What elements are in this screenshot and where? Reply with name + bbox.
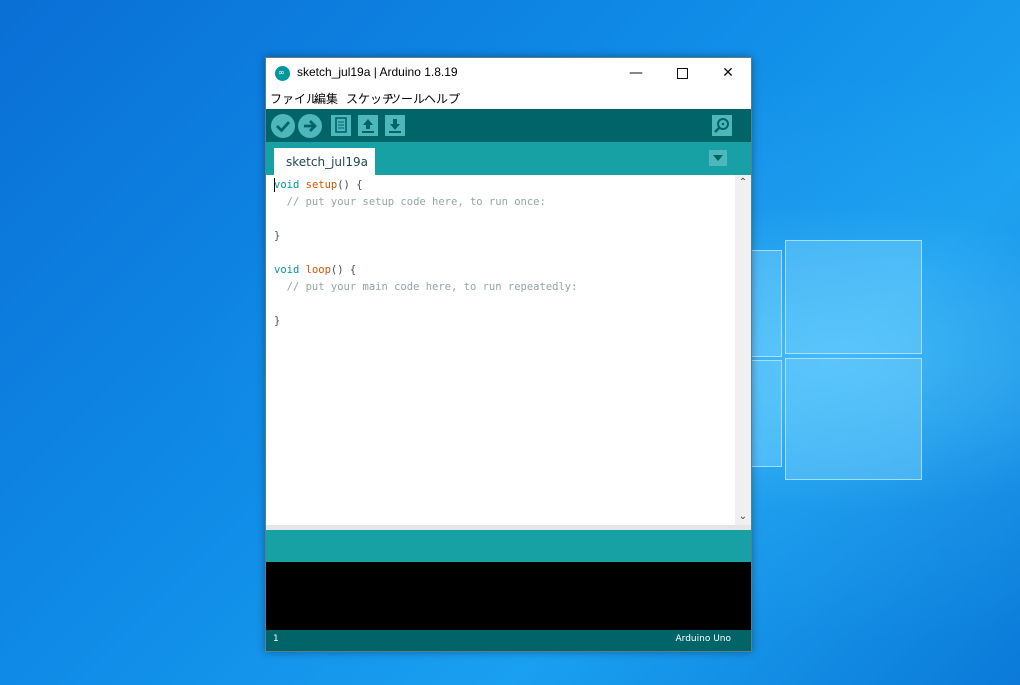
maximize-icon xyxy=(676,67,688,79)
save-button[interactable] xyxy=(385,115,405,136)
arduino-ide-window: ∞ sketch_jul19a | Arduino 1.8.19 — ✕ ファイ… xyxy=(265,57,752,652)
line-number: 1 xyxy=(273,634,279,644)
board-name: Arduino Uno xyxy=(675,634,732,644)
title-bar[interactable]: ∞ sketch_jul19a | Arduino 1.8.19 — ✕ xyxy=(266,58,751,88)
open-button[interactable] xyxy=(358,115,378,136)
scroll-down-arrow-icon[interactable]: ⌄ xyxy=(735,509,751,525)
serial-monitor-icon xyxy=(714,118,729,133)
tab-bar: sketch_jul19a xyxy=(266,142,751,175)
footer-bar: 1 Arduino Uno xyxy=(266,630,751,651)
verify-button[interactable] xyxy=(271,114,295,138)
scroll-up-arrow-icon[interactable]: ⌃ xyxy=(735,175,751,191)
windows-logo-wallpaper xyxy=(740,230,925,490)
code-line: // put your setup code here, to run once… xyxy=(274,196,546,208)
code-editor[interactable]: void setup() { // put your setup code he… xyxy=(266,175,735,525)
open-icon xyxy=(362,119,374,133)
serial-monitor-button[interactable] xyxy=(712,115,732,136)
console-output xyxy=(266,562,751,630)
code-line: } xyxy=(274,315,281,327)
message-status-bar xyxy=(266,530,751,562)
save-icon xyxy=(389,119,401,133)
tab-label: sketch_jul19a xyxy=(286,155,368,169)
upload-icon xyxy=(304,120,317,132)
menu-help[interactable]: ヘルプ xyxy=(424,90,460,107)
menu-bar: ファイル 編集 スケッチ ツール ヘルプ xyxy=(266,88,751,108)
new-sketch-button[interactable] xyxy=(331,115,351,136)
editor-scrollbar[interactable]: ⌃ ⌄ xyxy=(735,175,751,525)
code-line: void loop() { xyxy=(274,264,357,276)
menu-file[interactable]: ファイル xyxy=(270,90,318,107)
upload-button[interactable] xyxy=(298,114,322,138)
code-line: } xyxy=(274,230,281,242)
menu-edit[interactable]: 編集 xyxy=(314,90,338,107)
code-line: void setup() { xyxy=(274,179,363,191)
toolbar xyxy=(266,109,751,142)
new-icon xyxy=(335,117,347,133)
close-button[interactable]: ✕ xyxy=(705,58,751,88)
menu-sketch[interactable]: スケッチ xyxy=(346,90,394,107)
tab-sketch[interactable]: sketch_jul19a xyxy=(274,148,375,175)
chevron-down-icon xyxy=(713,155,723,161)
tab-menu-button[interactable] xyxy=(709,150,727,166)
minimize-button[interactable]: — xyxy=(613,58,659,88)
verify-icon xyxy=(276,121,291,133)
menu-tools[interactable]: ツール xyxy=(389,90,425,107)
code-line: // put your main code here, to run repea… xyxy=(274,281,578,293)
arduino-app-icon: ∞ xyxy=(275,66,290,81)
maximize-button[interactable] xyxy=(659,58,705,88)
window-title: sketch_jul19a | Arduino 1.8.19 xyxy=(297,65,458,79)
